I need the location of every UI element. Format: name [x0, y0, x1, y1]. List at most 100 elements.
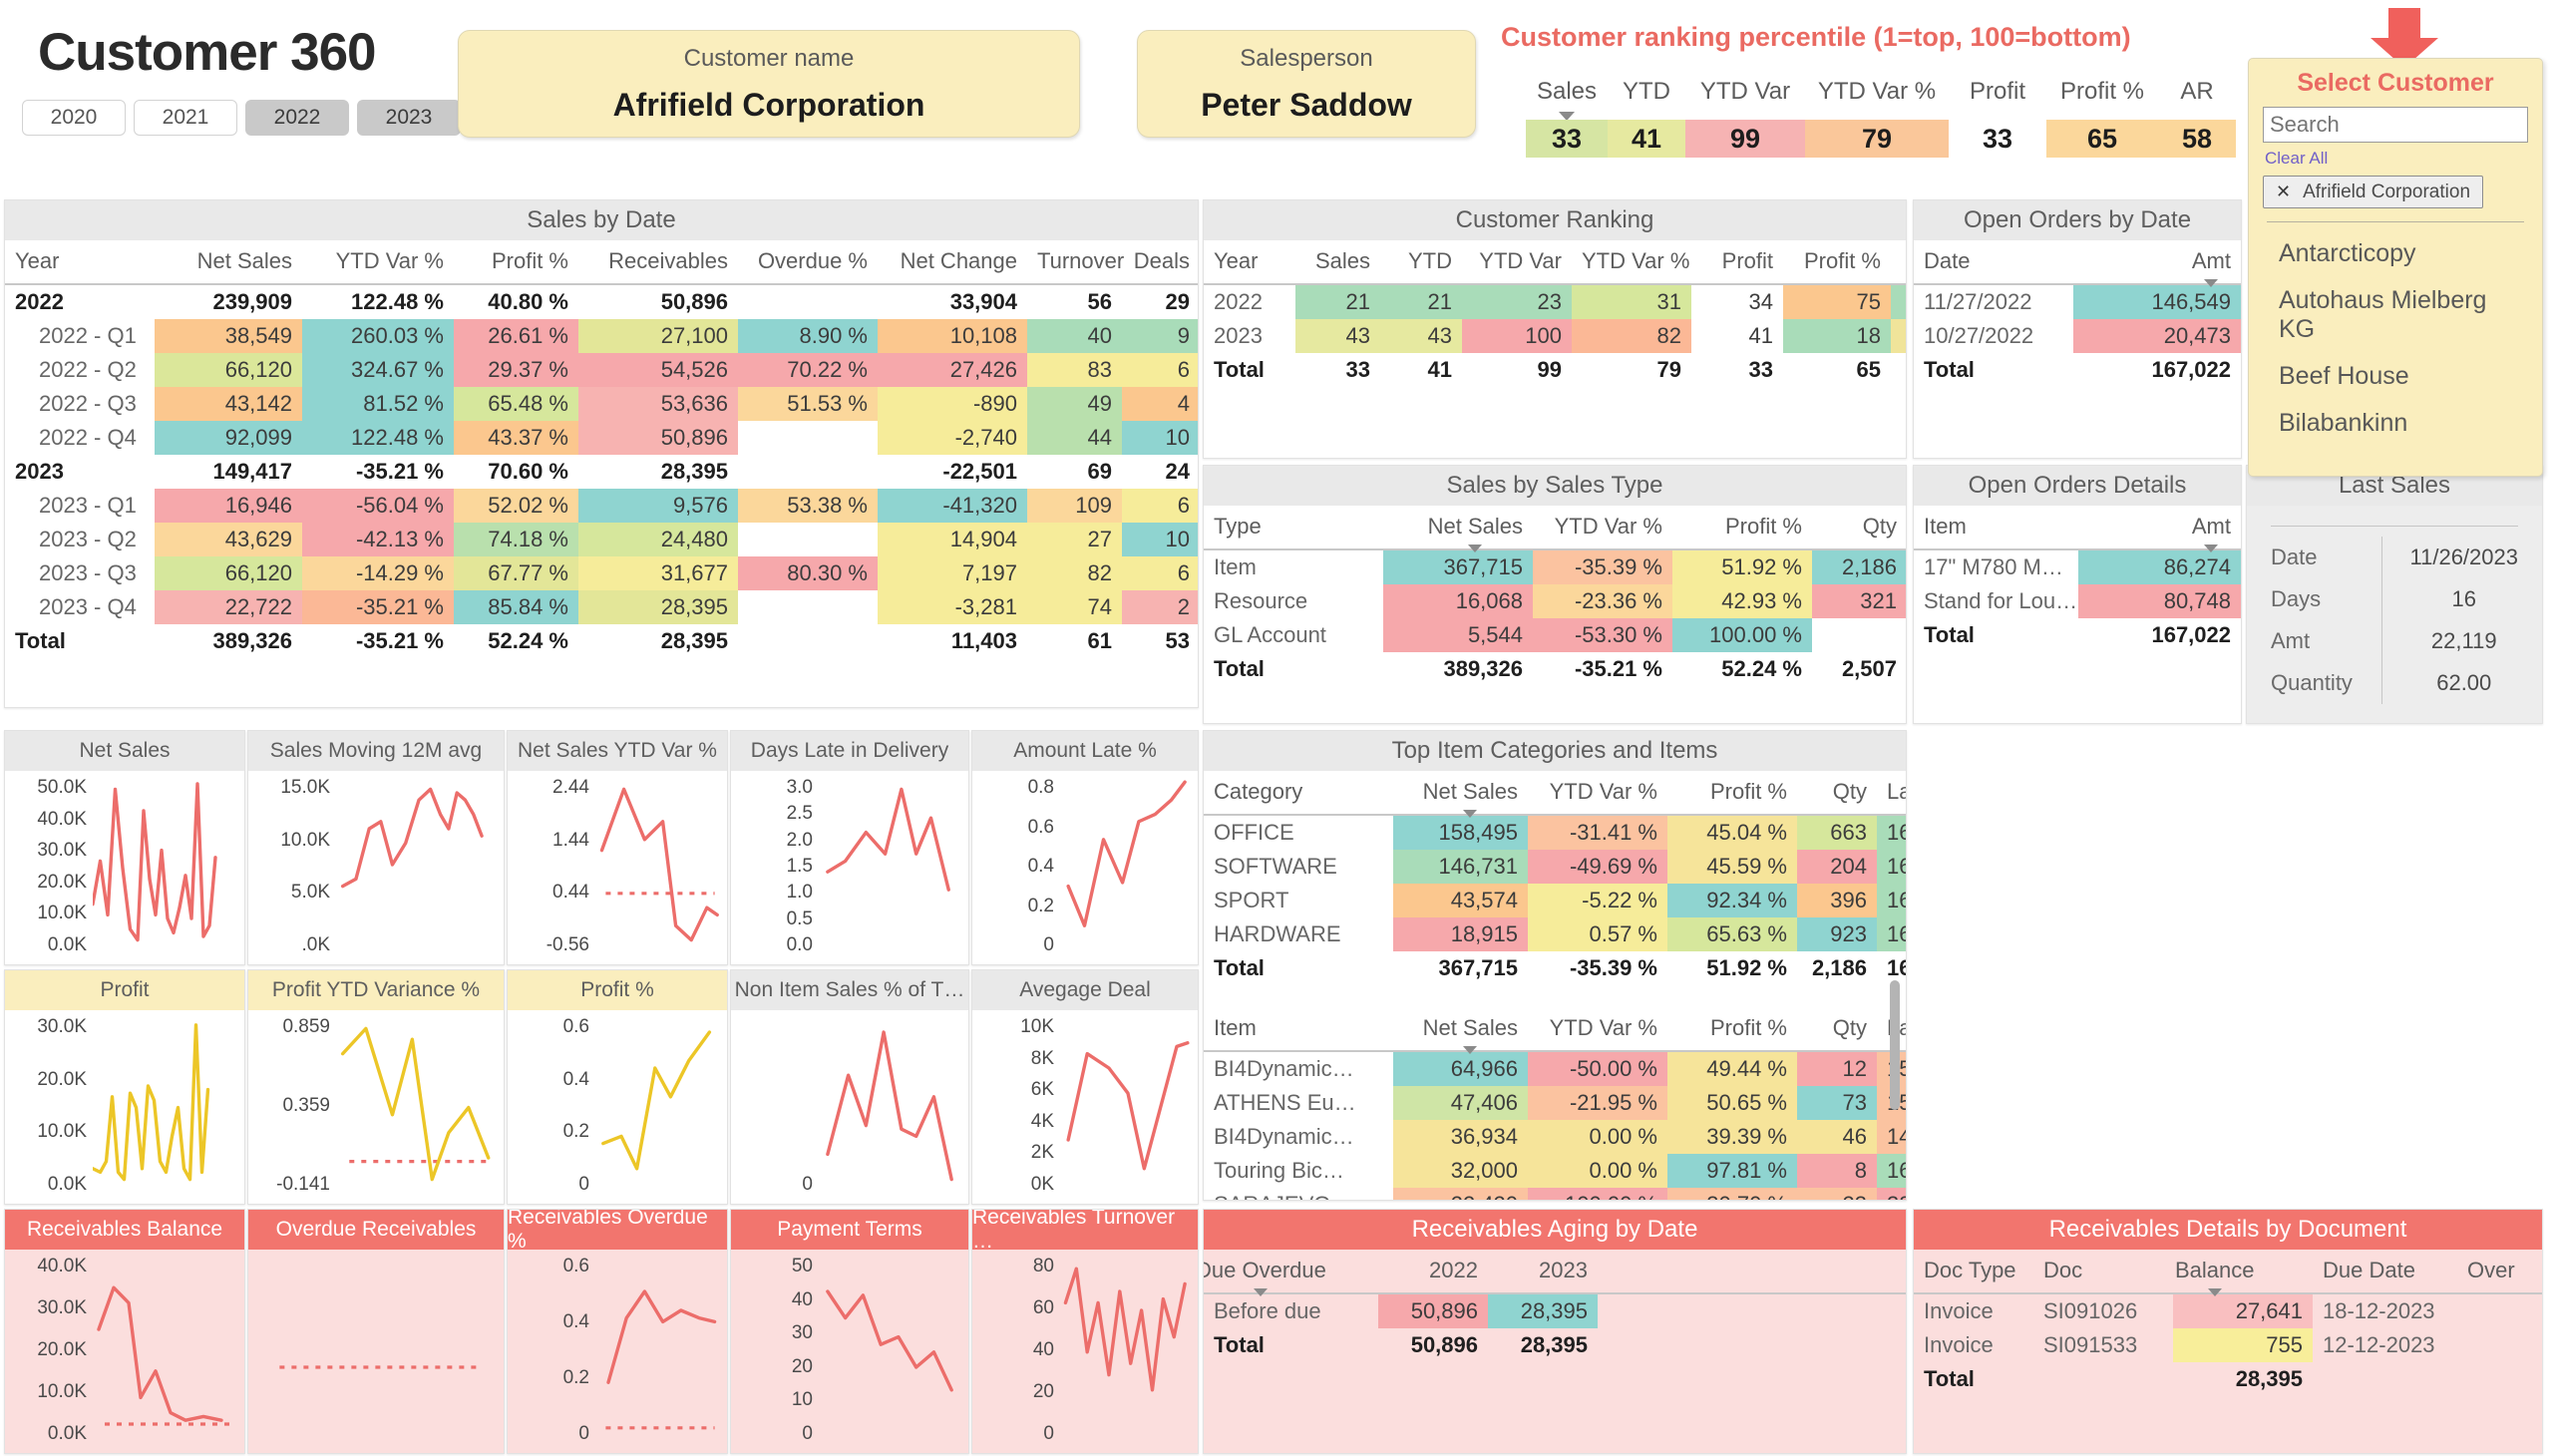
col-balance[interactable]: Balance	[2173, 1250, 2313, 1294]
slicer-item-bilabankinn[interactable]: Bilabankinn	[2263, 400, 2528, 447]
year-button-2021[interactable]: 2021	[134, 100, 237, 136]
table-row[interactable]: Item 367,715 -35.39 % 51.92 % 2,186	[1204, 549, 1906, 584]
ranking-col-ar[interactable]: AR	[2158, 78, 2236, 106]
col-ytd-var-pct[interactable]: YTD Var %	[1533, 506, 1672, 550]
col-ytd-var[interactable]: YTD Var	[1462, 240, 1572, 285]
select-customer-slicer[interactable]: Select Customer Clear All ✕ Afrifield Co…	[2248, 58, 2543, 477]
table-row[interactable]: Total 50,896 28,395	[1204, 1328, 1906, 1362]
ranking-col-ytd[interactable]: YTD	[1608, 78, 1685, 106]
table-row[interactable]: 11/27/2022 146,549	[1914, 284, 2241, 319]
table-row[interactable]: GL Account 5,544 -53.30 % 100.00 %	[1204, 618, 1906, 652]
col-ytd-var-pct[interactable]: YTD Var %	[302, 240, 454, 285]
table-row[interactable]: 2022 - Q2 66,120 324.67 % 29.37 % 54,526 70.2…	[5, 353, 1198, 387]
table-row[interactable]: 2022 - Q4 92,099 122.48 % 43.37 % 50,896 -2,7…	[5, 421, 1198, 455]
col-amt[interactable]: Amt	[2073, 240, 2241, 285]
col-year[interactable]: Year	[5, 240, 155, 285]
table-row[interactable]: 2022 - Q3 43,142 81.52 % 65.48 % 53,636 51.53…	[5, 387, 1198, 421]
col-due-overdue[interactable]: Due Overdue	[1204, 1250, 1378, 1294]
table-row[interactable]: OFFICE 158,495-31.41 %45.04 %66316	[1204, 815, 1906, 850]
col-overdue-pct[interactable]: Overdue %	[738, 240, 878, 285]
col-ytd[interactable]: YTD	[1380, 240, 1462, 285]
col-net-sales[interactable]: Net Sales	[155, 240, 302, 285]
table-row[interactable]: Stand for Lou… 80,748	[1914, 584, 2241, 618]
table-row[interactable]: 2023 - Q1 16,946 -56.04 % 52.02 % 9,576 53.38…	[5, 489, 1198, 523]
table-row[interactable]: HARDWARE 18,9150.57 %65.63 %92316	[1204, 917, 1906, 951]
col-last[interactable]: Last	[1877, 771, 1906, 816]
table-row[interactable]: Total 167,022	[1914, 618, 2241, 652]
table-row[interactable]: 2023 149,417 -35.21 % 70.60 % 28,395 -22,501 6…	[5, 455, 1198, 489]
table-row[interactable]: 2022 - Q1 38,549 260.03 % 26.61 % 27,100 8.90…	[5, 319, 1198, 353]
year-slicer[interactable]: 2020 2021 2022 2023	[22, 100, 461, 136]
close-icon[interactable]: ✕	[2276, 182, 2291, 202]
col-category[interactable]: Category	[1204, 771, 1393, 816]
col-qty[interactable]: Qty	[1812, 506, 1906, 550]
salesperson-card[interactable]: Salesperson Peter Saddow	[1137, 30, 1476, 138]
col-profit-pct[interactable]: Profit %	[454, 240, 578, 285]
table-row[interactable]: 2023 - Q2 43,629 -42.13 % 74.18 % 24,480 14,9…	[5, 523, 1198, 556]
table-row[interactable]: SARAJEVO …22,420-100.00 %30.70 %23388	[1204, 1188, 1906, 1200]
ranking-col-sales[interactable]: Sales	[1526, 78, 1608, 106]
col-deals[interactable]: Deals	[1122, 240, 1198, 285]
col-net-sales[interactable]: Net Sales	[1383, 506, 1533, 550]
slicer-item-beef-house[interactable]: Beef House	[2263, 353, 2528, 400]
table-row[interactable]: ATHENS Eu…47,406-21.95 %50.65 %73159	[1204, 1086, 1906, 1120]
col-profit-pct[interactable]: Profit %	[1667, 771, 1797, 816]
clear-all-link[interactable]: Clear All	[2265, 149, 2528, 169]
col-sales[interactable]: Sales	[1295, 240, 1380, 285]
col-item[interactable]: Item	[1204, 1007, 1393, 1052]
table-row[interactable]: 10/27/2022 20,473	[1914, 319, 2241, 353]
slicer-item-antarcticopy[interactable]: Antarcticopy	[2263, 230, 2528, 277]
slicer-item-autohaus[interactable]: Autohaus Mielberg KG	[2263, 277, 2528, 353]
col-2023[interactable]: 2023	[1488, 1250, 1598, 1294]
col-type[interactable]: Type	[1204, 506, 1383, 550]
table-row[interactable]: Before due 50,896 28,395	[1204, 1293, 1906, 1328]
table-row[interactable]: 2022 239,909 122.48 % 40.80 % 50,896 33,904 56…	[5, 284, 1198, 319]
col-profit-pct[interactable]: Profit %	[1672, 506, 1812, 550]
col-net-sales[interactable]: Net Sales	[1393, 1007, 1528, 1052]
table-row[interactable]: Resource 16,068 -23.36 % 42.93 % 321	[1204, 584, 1906, 618]
table-row[interactable]: Total367,715-35.39 %51.92 %2,18616	[1204, 951, 1906, 985]
col-ytd-var-pct[interactable]: YTD Var %	[1528, 1007, 1667, 1052]
col-qty[interactable]: Qty	[1797, 771, 1877, 816]
col-year[interactable]: Year	[1204, 240, 1295, 285]
col-doc[interactable]: Doc	[2033, 1250, 2173, 1294]
table-row[interactable]: SOFTWARE 146,731-49.69 %45.59 %20416	[1204, 850, 1906, 884]
col-turnover[interactable]: Turnover	[1027, 240, 1124, 285]
col-date[interactable]: Date	[1914, 240, 2073, 285]
col-ytd-var-pct[interactable]: YTD Var %	[1528, 771, 1667, 816]
col-over[interactable]: Over	[2457, 1250, 2542, 1294]
table-row[interactable]: Total 33 41 99 79 33 65 58	[1204, 353, 1906, 387]
ranking-col-profit-pct[interactable]: Profit %	[2046, 78, 2158, 106]
col-due-date[interactable]: Due Date	[2313, 1250, 2457, 1294]
table-row[interactable]: BI4Dynamic…64,966-50.00 %49.44 %12152	[1204, 1051, 1906, 1086]
table-row[interactable]: Invoice SI091026 27,641 18-12-2023	[1914, 1293, 2542, 1328]
table-row[interactable]: Total 28,395	[1914, 1362, 2542, 1396]
table-row[interactable]: 2023 - Q3 66,120 -14.29 % 67.77 % 31,677 80.3…	[5, 556, 1198, 590]
customer-name-card[interactable]: Customer name Afrifield Corporation	[458, 30, 1080, 138]
col-profit-pct[interactable]: Profit %	[1667, 1007, 1797, 1052]
col-profit[interactable]: Profit	[1691, 240, 1783, 285]
col-profit-pct[interactable]: Profit %	[1783, 240, 1891, 285]
ranking-col-ytd-var[interactable]: YTD Var	[1685, 78, 1805, 106]
vertical-scrollbar[interactable]	[1890, 980, 1900, 1110]
table-row[interactable]: BI4Dynamic… 36,9340.00 %39.39 %46149	[1204, 1120, 1906, 1154]
year-button-2020[interactable]: 2020	[22, 100, 126, 136]
year-button-2022[interactable]: 2022	[245, 100, 349, 136]
table-row[interactable]: Total 389,326 -35.21 % 52.24 % 2,507	[1204, 652, 1906, 686]
selected-customer-chip[interactable]: ✕ Afrifield Corporation	[2263, 176, 2484, 208]
table-row[interactable]: Total 389,326 -35.21 % 52.24 % 28,395 11,403 6…	[5, 624, 1198, 658]
col-qty[interactable]: Qty	[1797, 1007, 1877, 1052]
table-row[interactable]: 202221212331347520	[1204, 284, 1906, 319]
ranking-col-profit[interactable]: Profit	[1949, 78, 2046, 106]
col-net-change[interactable]: Net Change	[878, 240, 1027, 285]
year-button-2023[interactable]: 2023	[357, 100, 461, 136]
table-row[interactable]: Touring Bic… 32,0000.00 %97.81 %816	[1204, 1154, 1906, 1188]
search-input[interactable]	[2263, 107, 2528, 143]
table-row[interactable]: SPORT 43,574-5.22 %92.34 %39616	[1204, 884, 1906, 917]
col-amt[interactable]: Amt	[2078, 506, 2241, 550]
col-receivables[interactable]: Receivables	[578, 240, 738, 285]
col-doc-type[interactable]: Doc Type	[1914, 1250, 2033, 1294]
ranking-col-ytd-var-pct[interactable]: YTD Var %	[1805, 78, 1949, 106]
col-ar[interactable]: AR	[1891, 240, 1906, 285]
col-item[interactable]: Item	[1914, 506, 2078, 550]
